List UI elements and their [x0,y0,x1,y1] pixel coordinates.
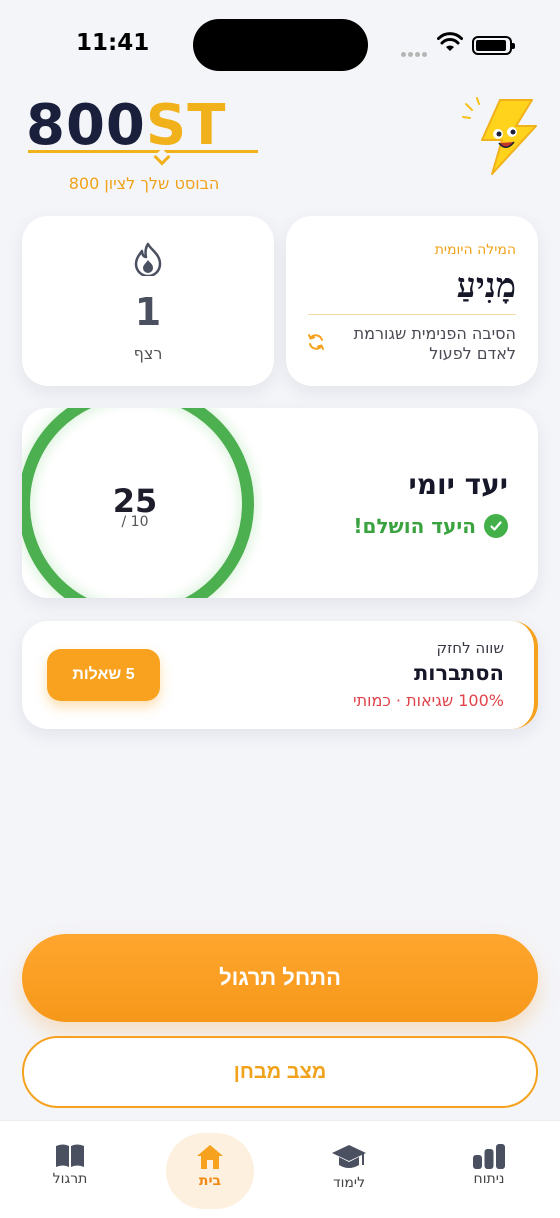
goal-status-text: היעד הושלם! [353,514,476,538]
streak-label: רצף [133,344,163,363]
weak-topic-title: הסתברות [413,661,504,685]
check-icon [484,514,508,538]
divider [308,314,516,315]
goal-target: / 10 [121,514,149,530]
dynamic-island [193,19,368,71]
app-tagline: הבוסט שלך לציון 800 [68,174,220,193]
tab-learning[interactable]: לימוד [304,1129,394,1209]
tab-label: לימוד [332,1175,366,1191]
weak-topic-card[interactable]: שווה לחזק הסתברות 100% שגיאות · כמותי 5 … [22,621,538,729]
daily-word-card[interactable]: המילה היומית מָנִיעַ הסיבה הפנימית שגורמ… [286,216,538,386]
daily-word: מָנִיעַ [456,266,516,306]
tab-practice[interactable]: תרגול [25,1129,115,1209]
graduation-cap-icon [332,1145,366,1168]
flame-icon [134,242,162,276]
wifi-icon [437,32,463,51]
tab-bar: תרגול בית לימוד ניתוח [0,1120,560,1218]
home-icon [197,1145,223,1169]
lightning-mascot-icon[interactable] [462,96,542,176]
refresh-icon[interactable] [306,332,326,352]
exam-mode-button[interactable]: מצב מבחן [22,1036,538,1108]
daily-word-heading: המילה היומית [434,242,516,258]
tab-home[interactable]: בית [166,1133,254,1209]
weak-topic-stats: 100% שגיאות · כמותי [353,691,504,710]
signal-icon [401,42,429,61]
tab-analytics[interactable]: ניתוח [444,1129,534,1209]
status-bar: 11:41 [0,0,560,90]
book-icon [56,1144,84,1167]
tab-label: תרגול [52,1171,88,1187]
weak-topic-heading: שווה לחזק [436,639,504,657]
battery-icon [472,36,515,55]
logo-underline [28,150,258,153]
status-time: 11:41 [76,30,150,56]
practice-questions-button[interactable]: 5 שאלות [47,649,160,701]
goal-title: יעד יומי [408,468,508,501]
daily-word-definition: הסיבה הפנימית שגורמת לאדם לפעול [353,324,516,363]
logo-letters: ST [145,93,227,158]
daily-goal-card[interactable]: 25 / 10 יעד יומי היעד הושלם! [22,408,538,598]
app-logo: 800ST [26,96,262,166]
streak-count: 1 [134,290,162,334]
goal-status: היעד הושלם! [353,514,508,538]
tab-label: בית [198,1173,222,1189]
start-practice-button[interactable]: התחל תרגול [22,934,538,1022]
bar-chart-icon [473,1144,505,1169]
tab-label: ניתוח [473,1171,505,1187]
logo-number: 800 [26,93,146,158]
streak-card: 1 רצף [22,216,274,386]
